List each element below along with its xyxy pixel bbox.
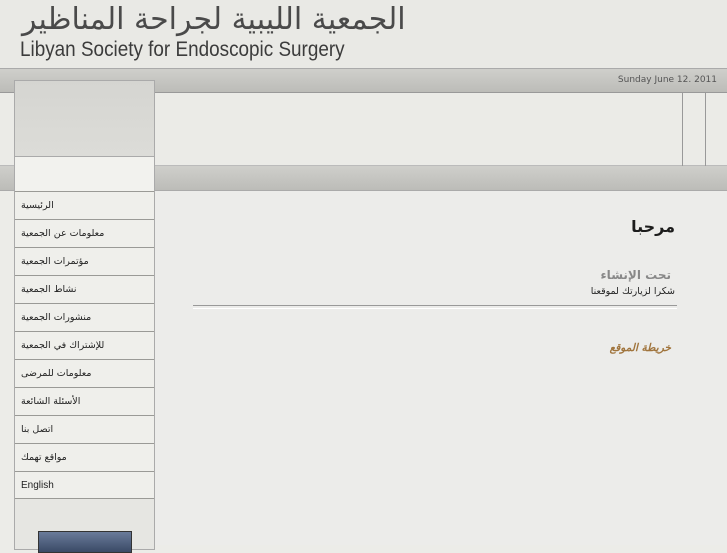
site-title-arabic: الجمعية الليبية لجراحة المناظير [22,2,406,37]
sidebar-item-conferences[interactable]: مؤتمرات الجمعية [15,247,154,275]
sidebar-item-home[interactable]: الرئيسية [15,191,154,219]
site-title-english: Libyan Society for Endoscopic Surgery [20,38,345,61]
sidebar-item-contact[interactable]: اتصل بنا [15,415,154,443]
welcome-heading: مرحبا [631,217,675,236]
current-date: Sunday June 12. 2011 [617,75,717,85]
sidebar-item-links[interactable]: مواقع تهمك [15,443,154,471]
sidebar-item-faq[interactable]: الأسئلة الشائعة [15,387,154,415]
sidebar-header [15,81,154,157]
site-header: الجمعية الليبية لجراحة المناظير Libyan S… [0,0,727,68]
sidebar-item-about[interactable]: معلومات عن الجمعية [15,219,154,247]
sidebar-item-membership[interactable]: للإشتراك في الجمعية [15,331,154,359]
sidebar-item-publications[interactable]: منشورات الجمعية [15,303,154,331]
banner-divider [682,93,683,166]
banner-divider [705,93,706,166]
main-content: مرحبا تحت الإنشاء شكرا لزيارتك لموقعنا خ… [155,191,727,545]
sidebar-menu: الرئيسية معلومات عن الجمعية مؤتمرات الجم… [15,191,154,499]
sidebar-spacer [15,157,154,191]
sidebar-item-patient-info[interactable]: معلومات للمرضى [15,359,154,387]
divider [193,305,677,309]
thanks-text: شكرا لزيارتك لموقعنا [590,286,675,297]
sidebar-item-english[interactable]: English [15,471,154,499]
under-construction-heading: تحت الإنشاء [600,268,671,282]
sidebar-item-activities[interactable]: نشاط الجمعية [15,275,154,303]
sidebar-image [38,531,132,553]
sitemap-link[interactable]: خريطة الموقع [610,342,671,354]
sidebar: الرئيسية معلومات عن الجمعية مؤتمرات الجم… [14,80,155,553]
